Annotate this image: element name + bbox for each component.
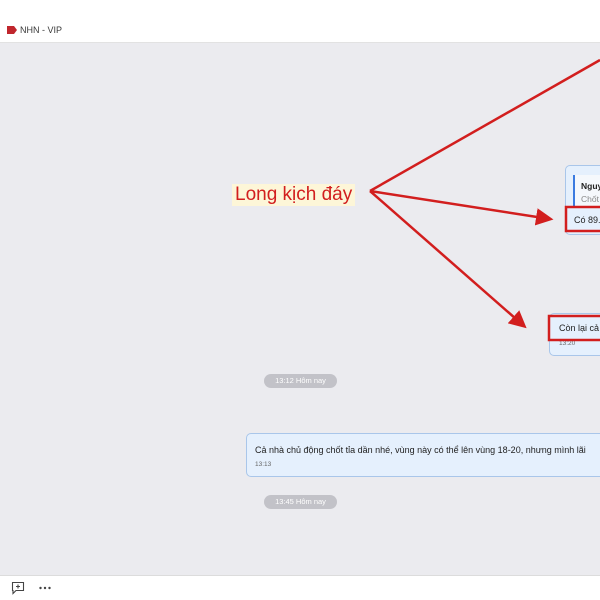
composer-toolbar	[0, 575, 600, 600]
highlight-box	[564, 205, 600, 233]
add-message-icon[interactable]	[11, 581, 25, 595]
more-dots-icon[interactable]	[38, 581, 52, 595]
annotation-arrows	[369, 58, 600, 342]
arrow-line	[369, 58, 600, 193]
highlight-box	[547, 314, 600, 342]
